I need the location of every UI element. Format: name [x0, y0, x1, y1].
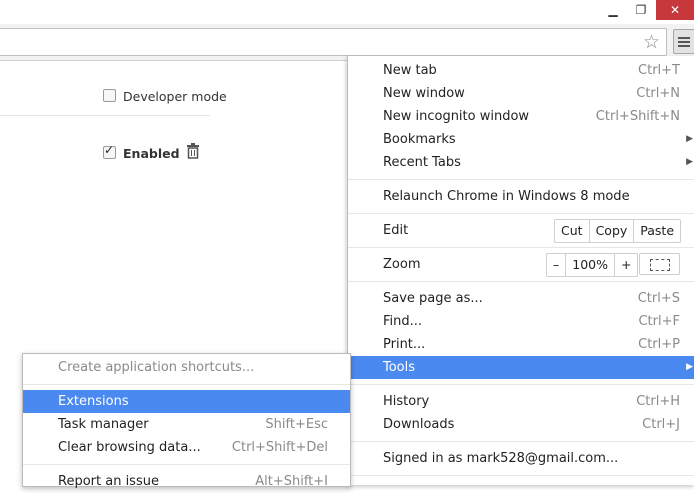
menu-item-shortcut: Ctrl+T [638, 63, 680, 78]
chrome-menu: New tab Ctrl+T New window Ctrl+N New inc… [347, 56, 694, 485]
menu-item-label: Bookmarks [383, 132, 456, 147]
menu-item-label: Recent Tabs [383, 155, 461, 170]
close-icon[interactable]: ✕ [656, 0, 694, 20]
developer-mode-toggle[interactable]: Developer mode [103, 89, 227, 105]
menu-item-label: Find... [383, 314, 423, 329]
menu-item-label: Signed in as mark528@gmail.com... [383, 451, 619, 466]
menu-item-shortcut: Ctrl+J [642, 417, 680, 432]
divider [0, 115, 210, 116]
submenu-item-label: Create application shortcuts... [58, 360, 255, 375]
paste-button[interactable]: Paste [633, 220, 680, 242]
menu-item-relaunch[interactable]: Relaunch Chrome in Windows 8 mode [348, 185, 694, 208]
menu-item-shortcut: Ctrl+F [638, 314, 680, 329]
menu-item-label: Tools [383, 360, 416, 375]
submenu-item-clear-data[interactable]: Clear browsing data... Ctrl+Shift+Del [23, 436, 350, 459]
star-icon[interactable]: ☆ [643, 32, 660, 52]
menu-item-label: New tab [383, 63, 437, 78]
zoom-level: 100% [565, 254, 614, 276]
zoom-out-button[interactable]: – [547, 254, 565, 276]
title-bar: ▁ ❐ ✕ [0, 0, 694, 24]
developer-mode-label: Developer mode [123, 89, 227, 104]
menu-item-shortcut: Ctrl+S [637, 291, 680, 306]
menu-separator [348, 441, 694, 442]
minimize-icon[interactable]: ▁ [600, 0, 626, 20]
menu-item-label: Edit [383, 223, 409, 238]
menu-item-label: Relaunch Chrome in Windows 8 mode [383, 189, 630, 204]
hamburger-menu-icon[interactable] [673, 29, 694, 54]
menu-separator [348, 384, 694, 385]
menu-item-edit: Edit Cut Copy Paste [348, 219, 694, 243]
tools-submenu: Create application shortcuts... Extensio… [22, 353, 351, 489]
menu-item-new-window[interactable]: New window Ctrl+N [348, 82, 694, 105]
submenu-item-shortcut: Ctrl+Shift+Del [231, 440, 328, 455]
menu-item-label: History [383, 394, 430, 409]
menu-item-new-tab[interactable]: New tab Ctrl+T [348, 59, 694, 82]
address-bar[interactable]: ☆ [0, 28, 667, 56]
menu-item-tools[interactable]: Tools ▶ [348, 356, 694, 379]
menu-item-find[interactable]: Find... Ctrl+F [348, 310, 694, 333]
menu-separator [348, 179, 694, 180]
submenu-item-shortcut: Alt+Shift+I [255, 474, 328, 489]
menu-item-shortcut: Ctrl+N [636, 86, 680, 101]
enabled-checkbox[interactable] [103, 143, 116, 159]
menu-item-recent-tabs[interactable]: Recent Tabs ▶ [348, 151, 694, 174]
menu-item-label: New incognito window [383, 109, 530, 124]
menu-separator [348, 281, 694, 282]
menu-item-new-incognito[interactable]: New incognito window Ctrl+Shift+N [348, 105, 694, 128]
extension-enabled-toggle[interactable]: Enabled [103, 143, 180, 162]
submenu-item-task-manager[interactable]: Task manager Shift+Esc [23, 413, 350, 436]
menu-item-bookmarks[interactable]: Bookmarks ▶ [348, 128, 694, 151]
restore-icon[interactable]: ❐ [628, 0, 654, 20]
menu-separator [348, 213, 694, 214]
menu-item-shortcut: Ctrl+H [636, 394, 680, 409]
menu-item-signed-in[interactable]: Signed in as mark528@gmail.com... [348, 447, 694, 470]
submenu-separator [23, 384, 350, 385]
enabled-label: Enabled [123, 146, 180, 161]
chevron-right-icon: ▶ [686, 134, 693, 144]
developer-mode-checkbox[interactable] [103, 89, 116, 102]
menu-item-label: Save page as... [383, 291, 483, 306]
submenu-item-extensions[interactable]: Extensions [23, 390, 350, 413]
submenu-item-report-issue[interactable]: Report an issue Alt+Shift+I [23, 470, 350, 493]
menu-item-shortcut: Ctrl+Shift+N [595, 109, 680, 124]
menu-item-shortcut: Ctrl+P [638, 337, 680, 352]
menu-separator [348, 475, 694, 476]
submenu-item-label: Clear browsing data... [58, 440, 201, 455]
menu-separator [348, 247, 694, 248]
trash-icon[interactable] [186, 143, 200, 159]
submenu-separator [23, 464, 350, 465]
fullscreen-icon[interactable] [639, 253, 680, 275]
copy-button[interactable]: Copy [588, 220, 634, 242]
menu-item-zoom: Zoom – 100% + [348, 253, 694, 277]
chevron-right-icon: ▶ [686, 362, 693, 372]
chevron-right-icon: ▶ [686, 157, 693, 167]
submenu-item-create-shortcuts: Create application shortcuts... [23, 356, 350, 379]
menu-item-label: Print... [383, 337, 426, 352]
cut-button[interactable]: Cut [555, 220, 589, 242]
menu-item-history[interactable]: History Ctrl+H [348, 390, 694, 413]
menu-item-print[interactable]: Print... Ctrl+P [348, 333, 694, 356]
menu-item-downloads[interactable]: Downloads Ctrl+J [348, 413, 694, 436]
menu-item-label: Downloads [383, 417, 455, 432]
menu-item-save-page[interactable]: Save page as... Ctrl+S [348, 287, 694, 310]
submenu-item-label: Report an issue [58, 474, 159, 489]
edit-button-group: Cut Copy Paste [554, 219, 682, 243]
submenu-item-label: Extensions [58, 394, 129, 409]
submenu-item-label: Task manager [58, 417, 149, 432]
submenu-item-shortcut: Shift+Esc [265, 417, 328, 432]
zoom-in-button[interactable]: + [614, 254, 637, 276]
menu-item-label: New window [383, 86, 465, 101]
menu-item-label: Zoom [383, 257, 421, 272]
zoom-button-group: – 100% + [546, 253, 639, 277]
